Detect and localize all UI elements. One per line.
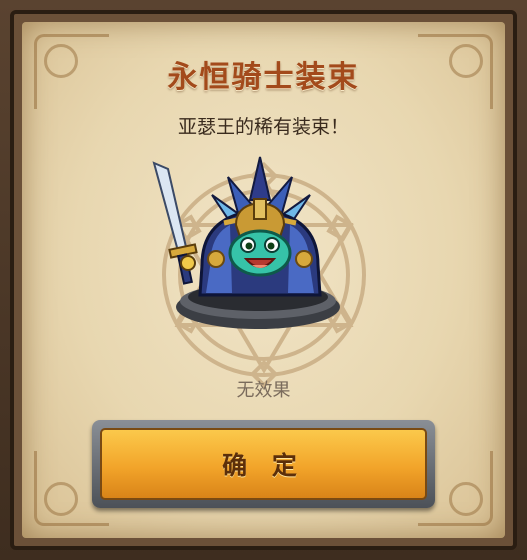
dialog-title: 永恒骑士装束 xyxy=(167,60,360,95)
effect-text: 无效果 xyxy=(236,380,291,401)
corner-gem-icon xyxy=(44,482,78,516)
confirm-button-label: 确 定 xyxy=(222,451,305,480)
confirm-button[interactable]: 确 定 xyxy=(100,428,427,500)
dialog-subtitle: 亚瑟王的稀有装束！ xyxy=(177,116,349,138)
corner-gem-icon xyxy=(449,482,483,516)
eternal-knight-costume-icon xyxy=(152,156,340,329)
dialog-frame: 永恒骑士装束 亚瑟王的稀有装束！ 无效果 确 定 xyxy=(0,0,527,560)
